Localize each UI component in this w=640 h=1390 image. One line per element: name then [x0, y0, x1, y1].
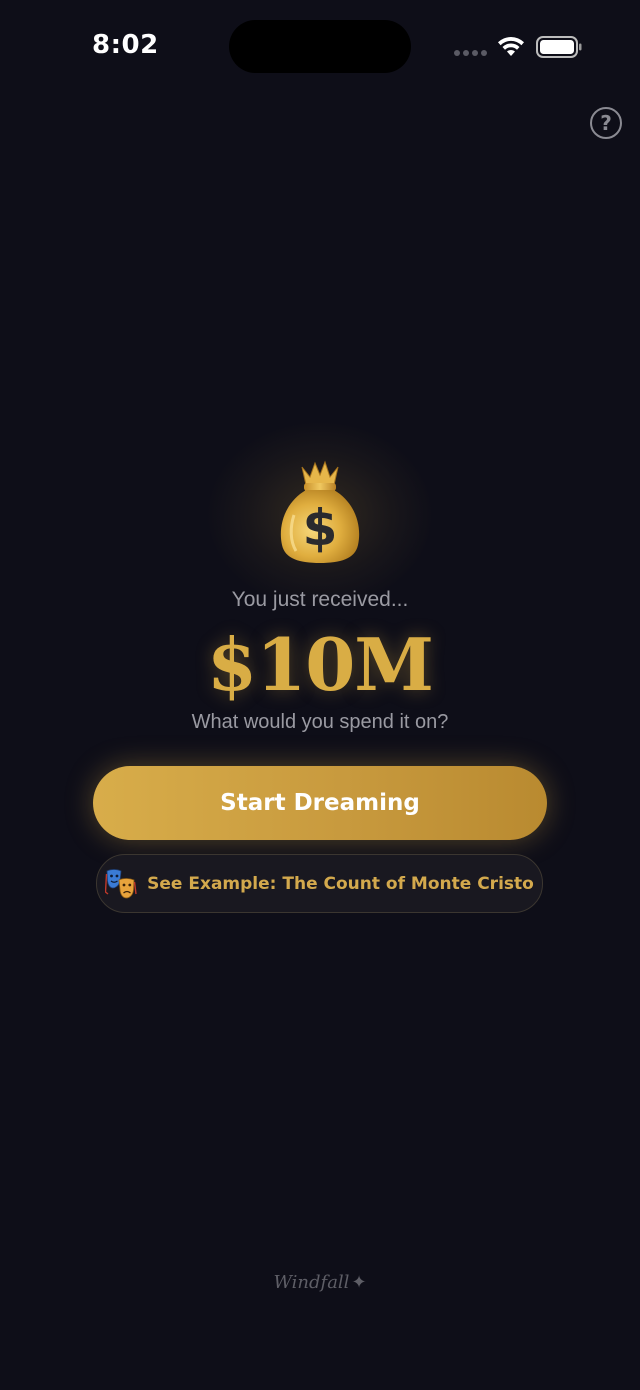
brand-name: Windfall — [273, 1272, 350, 1293]
app-screen: 8:02 ? $ You just received... $10M What … — [0, 0, 640, 1390]
dynamic-island — [229, 20, 411, 73]
status-time: 8:02 — [92, 30, 159, 60]
start-dreaming-button[interactable]: Start Dreaming — [93, 766, 547, 840]
spend-question: What would you spend it on? — [191, 711, 449, 733]
cellular-signal-icon — [454, 50, 488, 56]
see-example-label: See Example: The Count of Monte Cristo — [147, 873, 534, 894]
amount-heading: $10M — [207, 622, 434, 707]
battery-icon — [536, 36, 582, 58]
sparkle-icon: ✦ — [351, 1272, 367, 1293]
theater-masks-icon — [105, 868, 137, 898]
svg-text:$: $ — [303, 499, 338, 557]
brand-wordmark: Windfall ✦ — [0, 1272, 640, 1293]
help-button[interactable]: ? — [590, 107, 622, 139]
wifi-icon — [498, 36, 524, 56]
see-example-button[interactable]: See Example: The Count of Monte Cristo — [96, 854, 543, 913]
received-text: You just received... — [231, 588, 409, 611]
money-bag-icon: $ — [280, 460, 360, 563]
